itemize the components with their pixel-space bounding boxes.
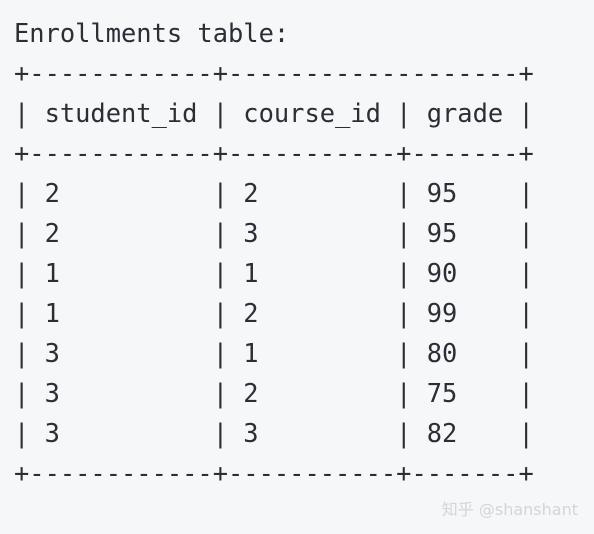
watermark: 知乎 @shanshant [441,500,578,519]
table-row: | 1 | 1 | 90 | [14,258,534,288]
table-row: | 3 | 2 | 75 | [14,378,534,408]
table-border-top: +------------+-------------------+ [14,58,534,88]
table-row: | 3 | 1 | 80 | [14,338,534,368]
table-header-separator: +------------+-----------+-------+ [14,138,534,168]
table-caption: Enrollments table: [14,18,290,48]
code-block: Enrollments table: +------------+--------… [14,13,534,493]
table-row: | 2 | 2 | 95 | [14,178,534,208]
table-row: | 1 | 2 | 99 | [14,298,534,328]
table-header-row: | student_id | course_id | grade | [14,98,534,128]
table-row: | 3 | 3 | 82 | [14,418,534,448]
table-row: | 2 | 3 | 95 | [14,218,534,248]
table-border-bottom: +------------+-----------+-------+ [14,458,534,488]
